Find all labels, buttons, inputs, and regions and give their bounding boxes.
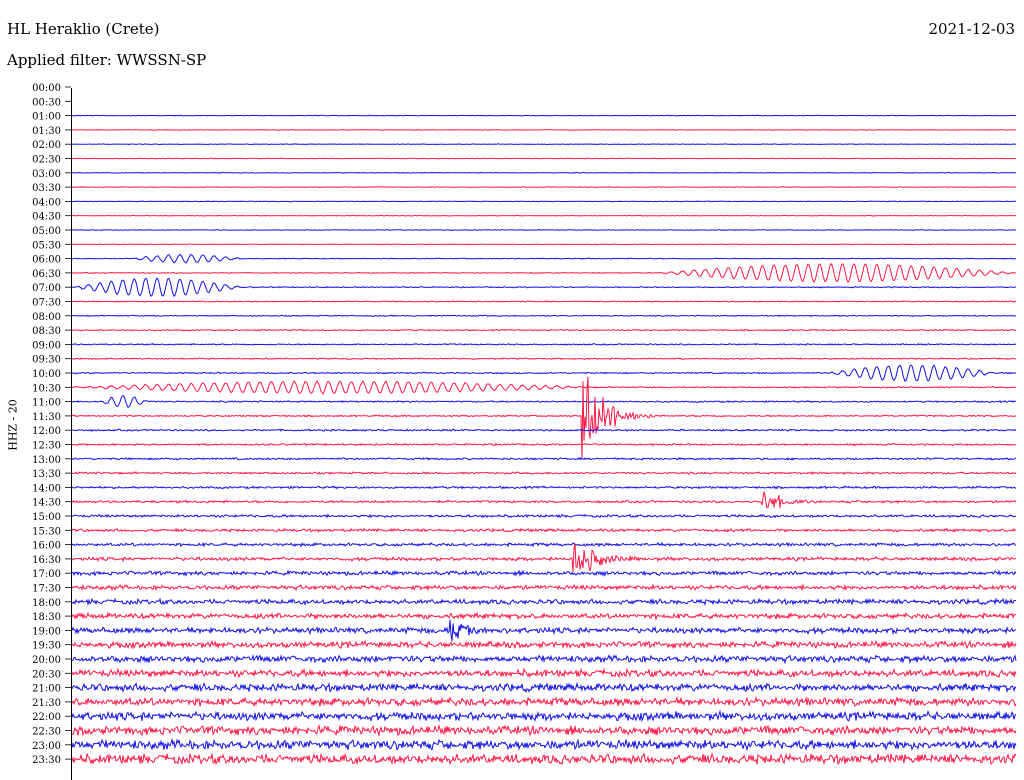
helicorder-plot: 00:00 00:30 01:00 01:30 02:00 02:30 03:00 03:30… <box>32 83 1017 780</box>
seismic-trace <box>71 752 1017 766</box>
time-label: 10:00 <box>32 369 61 380</box>
time-label: 22:30 <box>32 727 61 738</box>
seismic-trace <box>71 200 1017 203</box>
time-label: 06:00 <box>32 255 61 266</box>
seismic-trace <box>71 376 1017 459</box>
seismic-trace <box>71 737 1017 752</box>
seismic-trace <box>71 428 1017 432</box>
time-label: 01:00 <box>32 112 61 123</box>
time-label: 23:30 <box>32 755 61 766</box>
time-label: 21:00 <box>32 684 61 695</box>
seismic-trace <box>71 695 1017 708</box>
time-label: 00:00 <box>32 83 61 94</box>
seismic-trace <box>71 214 1017 217</box>
seismic-trace <box>71 485 1017 490</box>
seismic-trace <box>71 114 1017 117</box>
time-label: 02:30 <box>32 155 61 166</box>
time-label: 17:00 <box>32 569 61 580</box>
time-label: 13:30 <box>32 469 61 480</box>
time-label: 21:30 <box>32 698 61 709</box>
time-label: 02:00 <box>32 140 61 151</box>
time-label: 19:30 <box>32 641 61 652</box>
time-label: 01:30 <box>32 126 61 137</box>
seismic-trace <box>71 171 1017 174</box>
time-label: 00:30 <box>32 97 61 108</box>
time-label: 14:30 <box>32 498 61 509</box>
seismic-trace <box>72 442 1017 447</box>
time-label: 15:30 <box>32 526 61 537</box>
seismic-trace <box>71 667 1017 679</box>
seismic-trace <box>71 328 1017 332</box>
time-label: 07:00 <box>32 283 61 294</box>
time-label: 06:30 <box>32 269 61 280</box>
seismic-trace <box>71 611 1017 621</box>
seismic-trace <box>71 681 1017 694</box>
time-label: 11:30 <box>32 412 61 423</box>
seismic-trace <box>71 639 1017 650</box>
seismic-trace <box>72 253 1017 264</box>
seismic-trace <box>71 277 1016 298</box>
seismic-trace <box>71 653 1017 665</box>
time-label: 09:30 <box>32 355 61 366</box>
seismic-trace <box>71 314 1017 318</box>
seismic-trace <box>71 597 1017 607</box>
seismic-trace <box>72 342 1017 346</box>
time-label: 04:30 <box>32 212 61 223</box>
seismic-trace <box>71 262 1017 284</box>
seismic-trace <box>71 379 1017 395</box>
seismic-trace <box>71 709 1017 723</box>
time-label: 16:00 <box>32 541 61 552</box>
time-label: 07:30 <box>32 298 61 309</box>
time-label: 05:30 <box>32 240 61 251</box>
time-label: 18:00 <box>32 598 61 609</box>
seismic-trace <box>71 723 1017 737</box>
seismic-trace <box>72 128 1017 131</box>
seismic-trace <box>71 229 1017 231</box>
seismic-trace <box>71 186 1017 189</box>
time-label: 08:30 <box>32 326 61 337</box>
time-label: 17:30 <box>32 584 61 595</box>
time-label: 23:00 <box>32 741 61 752</box>
seismic-trace <box>71 364 1017 383</box>
time-label: 14:00 <box>32 483 61 494</box>
time-label: 08:00 <box>32 312 61 323</box>
time-label: 20:00 <box>32 655 61 666</box>
time-label: 16:30 <box>32 555 61 566</box>
seismic-trace <box>71 395 1017 408</box>
time-label: 19:00 <box>32 626 61 637</box>
seismic-trace <box>71 619 1017 642</box>
time-labels: 00:00 00:30 01:00 01:30 02:00 02:30 03:00 03:30… <box>32 83 71 766</box>
time-label: 11:00 <box>32 398 61 409</box>
seismic-trace <box>71 569 1017 577</box>
time-label: 09:00 <box>32 340 61 351</box>
seismic-trace <box>71 513 1017 519</box>
time-label: 15:00 <box>32 512 61 523</box>
seismic-trace <box>71 541 1017 548</box>
seismic-trace <box>71 583 1017 592</box>
time-label: 13:00 <box>32 455 61 466</box>
time-label: 10:30 <box>32 383 61 394</box>
seismic-trace <box>71 471 1017 476</box>
time-label: 12:00 <box>32 426 61 437</box>
time-label: 05:00 <box>32 226 61 237</box>
time-label: 22:00 <box>32 712 61 723</box>
seismic-trace <box>71 357 1016 361</box>
seismic-trace <box>71 157 1016 160</box>
time-label: 03:00 <box>32 169 61 180</box>
time-label: 04:00 <box>32 197 61 208</box>
seismic-trace <box>72 143 1017 146</box>
seismic-trace <box>71 491 1017 509</box>
seismic-trace <box>72 243 1017 246</box>
trace-layer <box>71 114 1017 766</box>
seismic-trace <box>71 527 1017 533</box>
seismic-trace <box>72 300 1017 303</box>
seismic-trace <box>71 456 1017 461</box>
time-label: 20:30 <box>32 669 61 680</box>
seismic-trace <box>71 543 1017 572</box>
time-label: 18:30 <box>32 612 61 623</box>
time-label: 12:30 <box>32 441 61 452</box>
time-label: 03:30 <box>32 183 61 194</box>
